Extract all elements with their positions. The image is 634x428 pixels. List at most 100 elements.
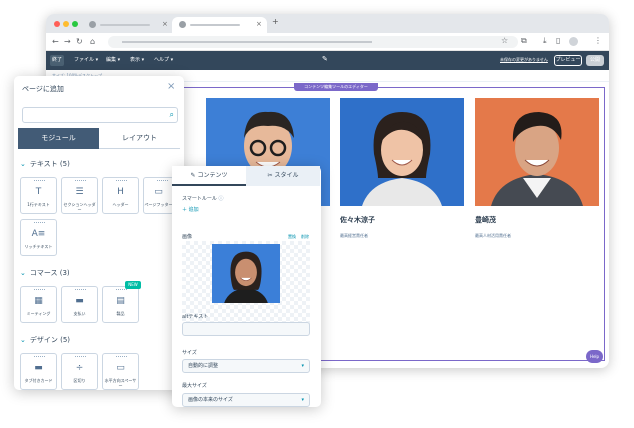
download-icon[interactable]: ⤓ [543, 36, 547, 46]
image-label: 画像 [182, 234, 193, 240]
caret-down-icon: ▾ [301, 397, 304, 403]
replace-image-link[interactable]: 置換 [288, 234, 296, 240]
back-icon[interactable]: ← [52, 37, 59, 46]
module-tile-header[interactable]: H ヘッダー [102, 177, 139, 214]
folder-tab-icon: ▬ [34, 363, 43, 373]
team-photo-2[interactable] [340, 98, 464, 206]
section-label: テキスト (5) [29, 160, 70, 168]
sidebar-icon[interactable]: ▯ [556, 36, 560, 45]
team-photo-3[interactable] [475, 98, 599, 206]
tab-modules[interactable]: モジュール [18, 128, 99, 149]
tab-layouts[interactable]: レイアウト [99, 128, 180, 149]
info-icon[interactable]: ⓘ [218, 196, 223, 202]
reload-icon[interactable]: ↻ [76, 37, 83, 46]
search-icon[interactable]: ⌕ [170, 110, 174, 120]
add-smart-rule-button[interactable]: ＋ 追加 [182, 206, 199, 213]
tab-bar: × × + [46, 14, 609, 33]
panel-title: ページに追加 [22, 85, 64, 93]
close-tab-icon[interactable]: × [162, 20, 168, 28]
panel-tabs: モジュール レイアウト [18, 128, 180, 149]
credit-card-icon: ▬ [75, 296, 84, 306]
chevron-down-icon: ⌄ [20, 336, 26, 344]
image-properties-panel: ✎ コンテンツ ✂ スタイル スマートルール ⓘ ＋ 追加 画像 置換 削除 a… [172, 166, 321, 407]
header-icon: H [117, 187, 124, 197]
browser-tab-1[interactable]: × [82, 17, 172, 33]
properties-tabs: ✎ コンテンツ ✂ スタイル [172, 166, 321, 186]
chevron-down-icon: ⌄ [20, 269, 26, 277]
url-field[interactable] [108, 36, 518, 48]
new-tab-button[interactable]: + [272, 17, 284, 33]
section-design[interactable]: ⌄ デザイン (5) [20, 335, 70, 345]
divider-icon: ÷ [75, 363, 84, 373]
forward-icon[interactable]: → [64, 37, 71, 46]
footer-icon: ▭ [154, 187, 163, 197]
section-text[interactable]: ⌄ テキスト (5) [20, 159, 70, 169]
person-name-3[interactable]: 豊崎茂 [475, 215, 496, 225]
tab-content[interactable]: ✎ コンテンツ [172, 166, 246, 186]
editor-toolbar: 終了 ファイル ▾ 編集 ▾ 表示 ▾ ヘルプ ▾ ✎ 未保存の変更がありません… [46, 51, 609, 70]
max-size-select[interactable]: 画像の本来のサイズ ▾ [182, 393, 310, 407]
hubspot-icon [179, 21, 186, 28]
chevron-down-icon: ⌄ [20, 160, 26, 168]
exit-button[interactable]: 終了 [50, 55, 64, 66]
module-search-input[interactable]: ⌕ [22, 107, 178, 123]
calendar-icon: ▦ [34, 296, 43, 306]
module-tile-tabbed-card[interactable]: ▬ タブ付きカード [20, 353, 57, 390]
section-label: コマース (3) [29, 269, 70, 277]
menu-edit[interactable]: 編集 ▾ [106, 56, 120, 63]
maximize-window-button[interactable] [72, 21, 78, 27]
menu-help[interactable]: ヘルプ ▾ [154, 56, 173, 63]
add-to-page-panel: ページに追加 × ⌕ モジュール レイアウト ⌄ テキスト (5) T 1行テキスト… [14, 76, 184, 390]
extension-icon[interactable]: ⧉ [521, 36, 527, 46]
module-tile-rich-text[interactable]: A≡ リッチテキスト [20, 219, 57, 256]
menu-view[interactable]: 表示 ▾ [130, 56, 144, 63]
section-label: デザイン (5) [29, 336, 71, 344]
module-tile-single-line-text[interactable]: T 1行テキスト [20, 177, 57, 214]
close-tab-icon[interactable]: × [256, 20, 262, 28]
size-label: サイズ [182, 350, 197, 356]
address-bar: ← → ↻ ⌂ ☆ ⧉ ⤓ ▯ ⋮ [46, 33, 609, 51]
module-tile-meetings[interactable]: ▦ ミーティング [20, 286, 57, 323]
alt-text-label: altテキスト [182, 314, 209, 320]
minimize-window-button[interactable] [63, 21, 69, 27]
globe-icon [89, 21, 96, 28]
close-icon[interactable]: × [167, 81, 175, 92]
alt-text-input[interactable] [182, 322, 310, 336]
smart-rule-label: スマートルール ⓘ [182, 196, 224, 202]
spacer-icon: ▭ [116, 363, 125, 373]
max-size-label: 最大サイズ [182, 383, 207, 389]
edit-label: コンテンツ編集ツールのエディター [294, 83, 378, 91]
close-window-button[interactable] [54, 21, 60, 27]
help-button[interactable]: Help [586, 350, 603, 363]
delete-image-link[interactable]: 削除 [301, 234, 309, 240]
person-role-2[interactable]: 最高経営責任者 [340, 233, 368, 239]
unsaved-changes-link[interactable]: 未保存の変更がありません [500, 57, 548, 63]
home-icon[interactable]: ⌂ [90, 37, 95, 46]
module-tile-page-footer[interactable]: ▭ ページフッター [143, 177, 174, 214]
new-badge: NEW [125, 281, 141, 289]
section-header-icon: ☰ [75, 187, 84, 197]
module-tile-horizontal-spacer[interactable]: ▭ 水平方向スペーサー [102, 353, 139, 390]
module-tile-payments[interactable]: ▬ 支払い [61, 286, 98, 323]
rich-text-icon: A≡ [31, 229, 46, 239]
section-commerce[interactable]: ⌄ コマース (3) [20, 268, 70, 278]
profile-avatar[interactable] [569, 37, 578, 46]
person-role-3[interactable]: 最高人材活用責任者 [475, 233, 511, 239]
browser-tab-2[interactable]: × [172, 17, 267, 33]
pencil-icon[interactable]: ✎ [322, 55, 328, 63]
product-icon: ▤ [116, 296, 125, 306]
publish-button[interactable]: 公開 [586, 55, 604, 66]
text-icon: T [35, 187, 42, 197]
caret-down-icon: ▾ [301, 363, 304, 369]
module-tile-divider[interactable]: ÷ 区切り [61, 353, 98, 390]
bookmark-star-icon[interactable]: ☆ [501, 36, 508, 45]
size-select[interactable]: 自動的に調整 ▾ [182, 359, 310, 373]
module-tile-section-header[interactable]: ☰ セクションヘッダー [61, 177, 98, 214]
menu-file[interactable]: ファイル ▾ [74, 56, 98, 63]
selected-image[interactable] [212, 244, 280, 303]
tab-style[interactable]: ✂ スタイル [246, 166, 320, 186]
menu-kebab-icon[interactable]: ⋮ [594, 36, 602, 45]
module-tile-products[interactable]: ▤ 製品 NEW [102, 281, 141, 323]
preview-button[interactable]: プレビュー [554, 55, 582, 66]
person-name-2[interactable]: 佐々木涼子 [340, 215, 375, 225]
